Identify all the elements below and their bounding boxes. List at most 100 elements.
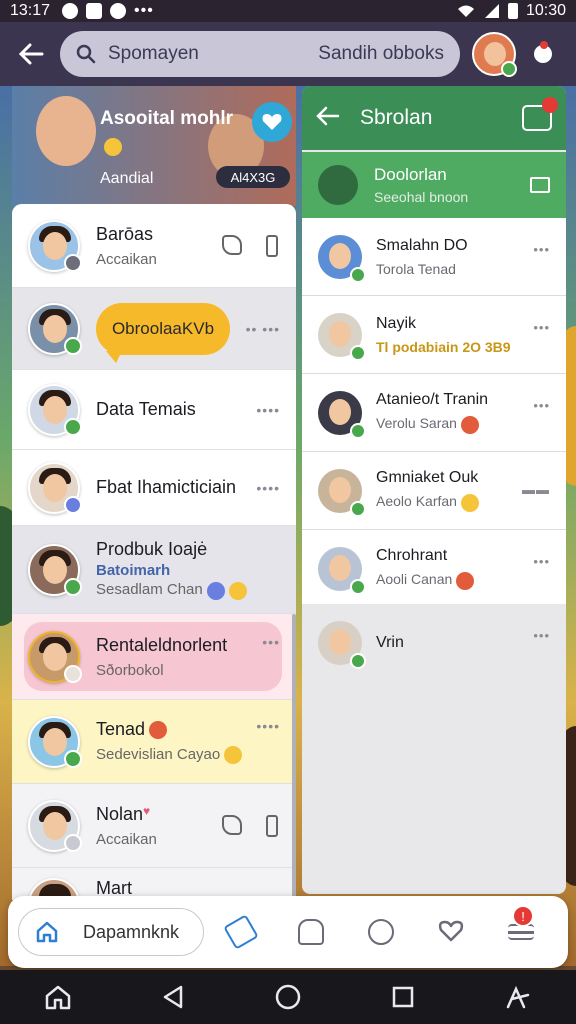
avatar (28, 219, 82, 272)
tag-tab[interactable] (223, 914, 259, 950)
favorites-tab[interactable] (438, 919, 464, 945)
more-icon[interactable]: ••• (533, 320, 550, 335)
more-notifications-icon: ••• (134, 2, 154, 19)
call-icon[interactable] (222, 234, 242, 255)
avatar (28, 630, 82, 683)
group-subtitle: Seeohal bnoon (374, 189, 469, 205)
notification-bell-button[interactable] (530, 39, 556, 69)
status-badge-icon (64, 833, 82, 852)
status-badge-icon (350, 578, 366, 595)
more-icon[interactable]: ••• (533, 242, 550, 257)
more-icon[interactable]: •••• (256, 718, 280, 734)
home-tab[interactable]: Dapamnknk (18, 908, 204, 956)
status-badge-icon (64, 495, 82, 514)
status-badge-icon (64, 336, 82, 355)
right-chat-panel: Sbrolan Doolorlan Seeohal bnoon Smalahn … (302, 86, 566, 894)
chat-name: Tenad (96, 718, 146, 739)
left-chat-list: Barōas Accaikan ObroolaaKVb •• ••• Data … (12, 204, 296, 900)
compose-button[interactable] (522, 97, 558, 131)
list-item[interactable]: Nolan♥ Accaikan (12, 784, 296, 868)
emoji-icon (206, 581, 225, 600)
profile-avatar[interactable] (472, 32, 517, 77)
chat-preview: Aooli Canan (376, 571, 453, 588)
chat-subtitle: Batoimarh (96, 562, 171, 580)
chat-name: Nolan (96, 803, 144, 824)
back-triangle-icon (163, 985, 183, 1009)
panel-title: Sbrolan (360, 106, 433, 129)
more-icon[interactable]: •••• (256, 402, 280, 418)
list-item[interactable]: Barōas Accaikan (12, 204, 296, 288)
avatar (318, 390, 366, 439)
hero-pill: Al4X3G (216, 166, 290, 188)
battery-icon (507, 3, 518, 19)
list-item[interactable]: Atanieo/t Tranin Verolu Saran ••• (302, 374, 566, 452)
list-item[interactable]: Vrin ••• (302, 604, 566, 682)
call-icon[interactable] (222, 814, 242, 835)
menu-tab[interactable]: ! (508, 905, 534, 945)
hero-banner[interactable]: Asooital mohlr Aandial Al4X3G (12, 86, 296, 206)
list-item[interactable]: Gmniaket Ouk Aeolo Karfan ▬▬ (302, 452, 566, 530)
alert-dot-icon (542, 97, 558, 113)
avatar (28, 799, 82, 852)
heart-icon: ♥ (143, 803, 151, 818)
expand-icon[interactable] (530, 177, 550, 193)
emoji-icon (456, 571, 475, 590)
emoji-tab[interactable] (368, 919, 394, 945)
signal-icon (484, 4, 499, 18)
tag-icon (223, 914, 259, 950)
status-badge-icon (350, 653, 366, 669)
battery-icon (266, 814, 278, 837)
more-icon[interactable]: ••• (533, 398, 550, 413)
system-recents-button[interactable] (388, 982, 418, 1012)
more-icon[interactable]: ••• (533, 628, 550, 643)
contacts-tab[interactable] (298, 919, 324, 945)
search-input[interactable]: Spomayen Sandih obboks (60, 31, 460, 77)
system-overview-button[interactable] (273, 982, 303, 1012)
people-icon (298, 919, 324, 945)
system-navigation-bar (0, 970, 576, 1024)
list-item[interactable]: Prodbuk Ioajė Batoimarh Sesadlam Chan (12, 526, 296, 614)
list-item[interactable]: Smalahn DO Torola Tenad ••• (302, 218, 566, 296)
list-item[interactable]: Data Temais •••• (12, 370, 296, 450)
list-item[interactable]: Rentaleldnorlent Sðorbokol ••• (12, 614, 296, 700)
status-badge-icon (350, 266, 366, 283)
heart-icon (262, 114, 282, 130)
more-icon[interactable]: ••• (533, 554, 550, 569)
mail-icon (86, 3, 103, 19)
status-badge-icon (350, 344, 366, 361)
home-icon (36, 921, 58, 943)
group-item[interactable]: Doolorlan Seeohal bnoon (302, 152, 566, 218)
smile-emoji-icon (460, 493, 479, 512)
search-placeholder: Spomayen (108, 43, 199, 64)
favorite-button[interactable] (252, 102, 292, 142)
more-icon[interactable]: •• ••• (246, 321, 280, 337)
list-item[interactable]: Chrohrant Aooli Canan ••• (302, 530, 566, 608)
chat-preview: Sedevislian Cayao (96, 745, 221, 763)
hero-photo-child (36, 96, 96, 166)
smile-emoji-icon (228, 581, 247, 600)
status-clock: 10:30 (525, 2, 566, 19)
bottom-navigation: Dapamnknk ! (8, 896, 568, 968)
list-item[interactable]: ObroolaaKVb •• ••• (12, 288, 296, 370)
status-bar: 13:17 ••• 10:30 (0, 0, 576, 22)
more-icon[interactable]: •••• (256, 480, 280, 496)
message-bubble[interactable]: ObroolaaKVb (96, 302, 230, 363)
list-item[interactable]: Fbat Ihamicticiain •••• (12, 450, 296, 526)
alert-dot-icon (540, 41, 548, 49)
chat-preview: Torola Tenad (376, 260, 456, 277)
list-item[interactable]: Nayik Tl podabiain 2O 3B9 ••• (302, 296, 566, 374)
back-button[interactable] (14, 37, 48, 71)
list-item[interactable]: Tenad Sedevislian Cayao •••• (12, 700, 296, 784)
group-name: Doolorlan (374, 165, 447, 184)
home-icon (45, 985, 70, 1010)
panel-back-button[interactable] (316, 106, 340, 131)
system-assistant-button[interactable] (503, 982, 533, 1012)
system-back-button[interactable] (158, 982, 188, 1012)
chat-preview: Sðorbokol (96, 661, 164, 679)
system-home-button[interactable] (43, 982, 73, 1012)
more-icon[interactable]: ••• (262, 634, 280, 650)
more-icon[interactable]: ▬▬ (522, 482, 550, 497)
avatar (318, 546, 366, 595)
avatar (318, 621, 366, 669)
status-badge-icon (350, 500, 366, 517)
